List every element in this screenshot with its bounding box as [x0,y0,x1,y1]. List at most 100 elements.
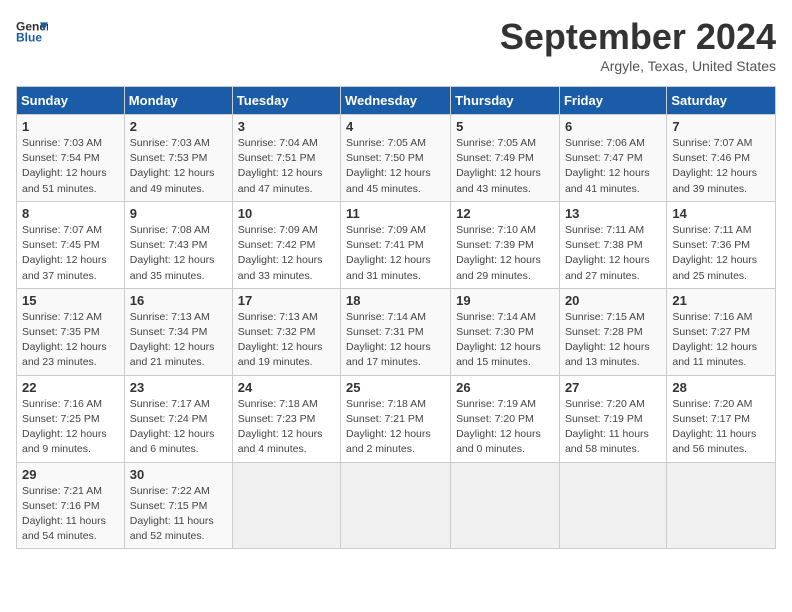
calendar-cell: 29Sunrise: 7:21 AMSunset: 7:16 PMDayligh… [17,462,125,549]
calendar-cell: 10 Sunrise: 7:09 AMSunset: 7:42 PMDayligh… [232,201,340,288]
day-info: Sunrise: 7:18 AMSunset: 7:21 PMDaylight:… [346,398,431,456]
calendar-cell: 8 Sunrise: 7:07 AMSunset: 7:45 PMDaylight… [17,201,125,288]
day-number: 24 [238,380,335,395]
header-sunday: Sunday [17,87,125,115]
day-info: Sunrise: 7:07 AMSunset: 7:46 PMDaylight:… [672,137,757,195]
calendar-cell: 17 Sunrise: 7:13 AMSunset: 7:32 PMDayligh… [232,288,340,375]
day-info: Sunrise: 7:15 AMSunset: 7:28 PMDaylight:… [565,311,650,369]
calendar-cell: 2 Sunrise: 7:03 AMSunset: 7:53 PMDaylight… [124,115,232,202]
day-info: Sunrise: 7:03 AMSunset: 7:54 PMDaylight:… [22,137,107,195]
calendar-cell: 9Sunrise: 7:08 AMSunset: 7:43 PMDaylight… [124,201,232,288]
calendar-week-4: 22 Sunrise: 7:16 AMSunset: 7:25 PMDayligh… [17,375,776,462]
page-header: General Blue September 2024 Argyle, Texa… [16,16,776,74]
day-number: 10 [238,206,335,221]
day-number: 18 [346,293,445,308]
day-number: 11 [346,206,445,221]
day-number: 27 [565,380,661,395]
svg-text:Blue: Blue [16,31,42,45]
calendar-cell: 21Sunrise: 7:16 AMSunset: 7:27 PMDayligh… [667,288,776,375]
day-info: Sunrise: 7:22 AMSunset: 7:15 PMDaylight:… [130,485,214,543]
day-number: 12 [456,206,554,221]
day-info: Sunrise: 7:12 AMSunset: 7:35 PMDaylight:… [22,311,107,369]
calendar-cell: 20 Sunrise: 7:15 AMSunset: 7:28 PMDayligh… [559,288,666,375]
calendar-cell: 13 Sunrise: 7:11 AMSunset: 7:38 PMDayligh… [559,201,666,288]
day-info: Sunrise: 7:07 AMSunset: 7:45 PMDaylight:… [22,224,107,282]
day-info: Sunrise: 7:13 AMSunset: 7:32 PMDaylight:… [238,311,323,369]
day-number: 25 [346,380,445,395]
calendar-week-2: 8 Sunrise: 7:07 AMSunset: 7:45 PMDaylight… [17,201,776,288]
calendar-cell [232,462,340,549]
calendar-cell: 14 Sunrise: 7:11 AMSunset: 7:36 PMDayligh… [667,201,776,288]
header-monday: Monday [124,87,232,115]
calendar-cell: 7 Sunrise: 7:07 AMSunset: 7:46 PMDaylight… [667,115,776,202]
calendar-cell: 5 Sunrise: 7:05 AMSunset: 7:49 PMDaylight… [451,115,560,202]
day-number: 21 [672,293,770,308]
day-info: Sunrise: 7:11 AMSunset: 7:38 PMDaylight:… [565,224,650,282]
calendar-title: September 2024 [500,16,776,58]
day-info: Sunrise: 7:10 AMSunset: 7:39 PMDaylight:… [456,224,541,282]
calendar-cell: 12 Sunrise: 7:10 AMSunset: 7:39 PMDayligh… [451,201,560,288]
day-number: 26 [456,380,554,395]
day-info: Sunrise: 7:11 AMSunset: 7:36 PMDaylight:… [672,224,757,282]
logo-icon: General Blue [16,16,48,48]
calendar-week-5: 29Sunrise: 7:21 AMSunset: 7:16 PMDayligh… [17,462,776,549]
day-info: Sunrise: 7:05 AMSunset: 7:49 PMDaylight:… [456,137,541,195]
day-number: 13 [565,206,661,221]
calendar-cell [559,462,666,549]
day-number: 14 [672,206,770,221]
day-number: 23 [130,380,227,395]
header-wednesday: Wednesday [341,87,451,115]
calendar-cell: 25 Sunrise: 7:18 AMSunset: 7:21 PMDayligh… [341,375,451,462]
calendar-cell: 1 Sunrise: 7:03 AMSunset: 7:54 PMDaylight… [17,115,125,202]
calendar-cell: 19Sunrise: 7:14 AMSunset: 7:30 PMDayligh… [451,288,560,375]
day-number: 20 [565,293,661,308]
day-info: Sunrise: 7:03 AMSunset: 7:53 PMDaylight:… [130,137,215,195]
calendar-week-1: 1 Sunrise: 7:03 AMSunset: 7:54 PMDaylight… [17,115,776,202]
calendar-cell [667,462,776,549]
header-saturday: Saturday [667,87,776,115]
calendar-cell: 6 Sunrise: 7:06 AMSunset: 7:47 PMDaylight… [559,115,666,202]
day-info: Sunrise: 7:04 AMSunset: 7:51 PMDaylight:… [238,137,323,195]
title-area: September 2024 Argyle, Texas, United Sta… [500,16,776,74]
day-number: 17 [238,293,335,308]
day-number: 7 [672,119,770,134]
logo: General Blue [16,16,48,48]
day-info: Sunrise: 7:14 AMSunset: 7:30 PMDaylight:… [456,311,541,369]
day-number: 22 [22,380,119,395]
day-number: 28 [672,380,770,395]
day-number: 5 [456,119,554,134]
calendar-cell: 18Sunrise: 7:14 AMSunset: 7:31 PMDayligh… [341,288,451,375]
calendar-cell: 28Sunrise: 7:20 AMSunset: 7:17 PMDayligh… [667,375,776,462]
calendar-cell: 27Sunrise: 7:20 AMSunset: 7:19 PMDayligh… [559,375,666,462]
day-number: 29 [22,467,119,482]
day-number: 30 [130,467,227,482]
calendar-cell: 30 Sunrise: 7:22 AMSunset: 7:15 PMDayligh… [124,462,232,549]
calendar-cell: 4 Sunrise: 7:05 AMSunset: 7:50 PMDaylight… [341,115,451,202]
day-number: 15 [22,293,119,308]
calendar-cell: 23 Sunrise: 7:17 AMSunset: 7:24 PMDayligh… [124,375,232,462]
calendar-cell: 24 Sunrise: 7:18 AMSunset: 7:23 PMDayligh… [232,375,340,462]
day-number: 1 [22,119,119,134]
calendar-cell: 22 Sunrise: 7:16 AMSunset: 7:25 PMDayligh… [17,375,125,462]
day-info: Sunrise: 7:09 AMSunset: 7:41 PMDaylight:… [346,224,431,282]
day-number: 2 [130,119,227,134]
calendar-week-3: 15 Sunrise: 7:12 AMSunset: 7:35 PMDayligh… [17,288,776,375]
calendar-header-row: SundayMondayTuesdayWednesdayThursdayFrid… [17,87,776,115]
day-number: 8 [22,206,119,221]
day-info: Sunrise: 7:08 AMSunset: 7:43 PMDaylight:… [130,224,215,282]
day-info: Sunrise: 7:17 AMSunset: 7:24 PMDaylight:… [130,398,215,456]
day-info: Sunrise: 7:18 AMSunset: 7:23 PMDaylight:… [238,398,323,456]
calendar-cell: 26Sunrise: 7:19 AMSunset: 7:20 PMDayligh… [451,375,560,462]
day-info: Sunrise: 7:16 AMSunset: 7:25 PMDaylight:… [22,398,107,456]
calendar-cell [451,462,560,549]
day-info: Sunrise: 7:05 AMSunset: 7:50 PMDaylight:… [346,137,431,195]
day-number: 4 [346,119,445,134]
calendar-cell: 15 Sunrise: 7:12 AMSunset: 7:35 PMDayligh… [17,288,125,375]
calendar-table: SundayMondayTuesdayWednesdayThursdayFrid… [16,86,776,549]
day-info: Sunrise: 7:13 AMSunset: 7:34 PMDaylight:… [130,311,215,369]
day-info: Sunrise: 7:09 AMSunset: 7:42 PMDaylight:… [238,224,323,282]
day-info: Sunrise: 7:06 AMSunset: 7:47 PMDaylight:… [565,137,650,195]
day-number: 3 [238,119,335,134]
header-tuesday: Tuesday [232,87,340,115]
day-number: 6 [565,119,661,134]
